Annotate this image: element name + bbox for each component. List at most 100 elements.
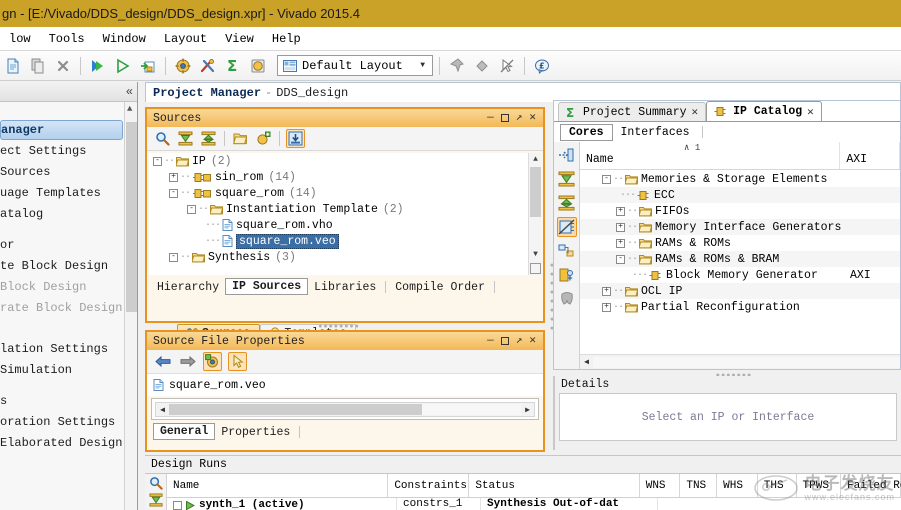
column-header-name[interactable]: ∧ 1 Name [580, 142, 841, 169]
menu-flow[interactable]: low [0, 30, 40, 48]
close-icon[interactable]: ✕ [807, 105, 814, 119]
ipc-row[interactable]: + ·· Partial Reconfiguration [580, 299, 900, 315]
tree-expander-icon[interactable]: - [153, 156, 162, 166]
sidebar-item-ip-catalog[interactable]: atalog [0, 203, 123, 224]
scroll-up-icon[interactable]: ▲ [529, 153, 541, 166]
tab-compile-order[interactable]: Compile Order [389, 280, 491, 295]
sidebar-item-open-elaborated-design[interactable]: Elaborated Design [0, 432, 123, 453]
ipc-row[interactable]: - ·· Memories & Storage Elements [580, 171, 900, 187]
tab-properties[interactable]: Properties [215, 425, 296, 440]
column-header-axi[interactable]: AXI [840, 142, 900, 169]
tree-row[interactable]: - ·· Instantiation Template (2) [149, 201, 541, 217]
new-ip-icon[interactable] [254, 129, 273, 148]
ipc-row[interactable]: + ·· RAMs & ROMs [580, 235, 900, 251]
minimize-icon[interactable]: — [487, 335, 494, 347]
ip-settings-icon[interactable] [557, 265, 577, 285]
tab-ip-catalog[interactable]: IP Catalog ✕ [706, 101, 822, 121]
compatible-icon[interactable] [557, 289, 577, 309]
tree-row-selected[interactable]: ··· square_rom.veo [149, 233, 541, 249]
sidebar-item-language-templates[interactable]: uage Templates [0, 182, 123, 203]
close-icon[interactable]: ✕ [529, 112, 536, 124]
marker-icon[interactable] [471, 55, 493, 77]
search-icon[interactable] [149, 476, 163, 490]
sidebar-item-run-simulation[interactable]: Simulation [0, 359, 123, 380]
ipc-row[interactable]: ··· ECC [580, 187, 900, 203]
tab-general[interactable]: General [153, 423, 216, 440]
scrollbar-thumb[interactable] [126, 122, 137, 312]
collapse-panel-icon[interactable]: « [126, 85, 133, 99]
scrollbar-track[interactable] [169, 404, 521, 415]
close-icon[interactable]: ✕ [692, 105, 699, 119]
tab-ip-sources[interactable]: IP Sources [225, 278, 309, 295]
tree-row[interactable]: - ·· square_rom (14) [149, 185, 541, 201]
tree-expander-icon[interactable]: + [602, 286, 611, 296]
tree-row[interactable]: ··· square_rom.vho [149, 217, 541, 233]
run-icon[interactable] [112, 55, 134, 77]
sidebar-item-project-settings[interactable]: ect Settings [0, 140, 123, 161]
sidebar-item-project-manager[interactable]: anager [0, 120, 123, 140]
column-header-ths[interactable]: THS [758, 474, 797, 497]
sources-tree-scrollbar[interactable]: ▲ ▼ [528, 153, 541, 275]
scroll-right-icon[interactable]: ▶ [521, 405, 534, 415]
expand-all-icon[interactable] [557, 193, 577, 213]
column-header-name[interactable]: Name [167, 474, 389, 497]
flow-navigator-scrollbar[interactable]: ▲ [124, 102, 137, 510]
layout-select[interactable]: Default Layout ▼ [277, 55, 433, 76]
new-file-icon[interactable] [2, 55, 24, 77]
close-icon[interactable]: ✕ [529, 335, 536, 347]
column-header-whs[interactable]: WHS [717, 474, 758, 497]
show-hierarchy-icon[interactable] [286, 129, 305, 148]
scroll-left-icon[interactable]: ◀ [580, 357, 593, 367]
scroll-down-icon[interactable]: ▼ [529, 248, 541, 261]
scrollbar-thumb[interactable] [530, 167, 541, 217]
column-header-tns[interactable]: TNS [680, 474, 718, 497]
select-pointer-icon[interactable] [228, 352, 247, 371]
collapse-all-icon[interactable] [148, 493, 163, 507]
properties-gear-icon[interactable] [203, 352, 222, 371]
settings-gear-icon[interactable] [172, 55, 194, 77]
collapse-all-icon[interactable] [557, 169, 577, 189]
sidebar-item-generate-block-design[interactable]: rate Block Design [0, 297, 123, 318]
sidebar-item-add-sources[interactable]: Sources [0, 161, 123, 182]
run-all-icon[interactable] [87, 55, 109, 77]
scroll-up-icon[interactable]: ▲ [127, 104, 132, 114]
copy-icon[interactable] [27, 55, 49, 77]
ipc-row[interactable]: ··· Block Memory Generator AXI [580, 267, 900, 283]
tree-expander-icon[interactable]: - [169, 252, 178, 262]
tree-row[interactable]: - ·· Synthesis (3) [149, 249, 541, 265]
pin-icon[interactable] [446, 55, 468, 77]
run-checkbox[interactable] [173, 500, 182, 510]
hide-disabled-icon[interactable] [556, 217, 577, 237]
ipc-row[interactable]: + ·· Memory Interface Generators [580, 219, 900, 235]
menu-tools[interactable]: Tools [40, 30, 94, 48]
tree-expander-icon[interactable]: - [187, 204, 196, 214]
tree-row[interactable]: + ·· sin_rom (14) [149, 169, 541, 185]
tree-expander-icon[interactable]: + [616, 206, 625, 216]
sources-tree[interactable]: - ·· IP (2) + ·· sin_rom (14) - ·· squar… [149, 153, 541, 275]
tab-libraries[interactable]: Libraries [308, 280, 382, 295]
column-header-status[interactable]: Status [469, 474, 640, 497]
column-header-constraints[interactable]: Constraints [388, 474, 470, 497]
column-header-tpws[interactable]: TPWS [797, 474, 841, 497]
customize-ip-icon[interactable] [557, 145, 577, 165]
group-by-icon[interactable] [557, 241, 577, 261]
sidebar-item-elaboration-settings[interactable]: oration Settings [0, 411, 123, 432]
scroll-corner-icon[interactable] [530, 263, 541, 274]
scrollbar-thumb[interactable] [169, 404, 423, 415]
pointer-icon[interactable] [496, 55, 518, 77]
tree-expander-icon[interactable]: + [616, 222, 625, 232]
tree-expander-icon[interactable]: + [602, 302, 611, 312]
float-icon[interactable]: ↗ [516, 112, 523, 124]
tree-expander-icon[interactable]: - [169, 188, 178, 198]
sidebar-item-create-block-design[interactable]: te Block Design [0, 255, 123, 276]
subtab-cores[interactable]: Cores [560, 123, 613, 141]
float-icon[interactable]: ↗ [516, 335, 523, 347]
new-ip-icon[interactable] [247, 55, 269, 77]
scrollbar-track[interactable] [593, 356, 900, 368]
ip-catalog-horizontal-scrollbar[interactable]: ◀ [580, 354, 900, 369]
column-header-wns[interactable]: WNS [640, 474, 681, 497]
menu-help[interactable]: Help [263, 30, 310, 48]
menu-layout[interactable]: Layout [155, 30, 216, 48]
expand-all-icon[interactable] [199, 129, 218, 148]
subtab-interfaces[interactable]: Interfaces [613, 125, 698, 140]
